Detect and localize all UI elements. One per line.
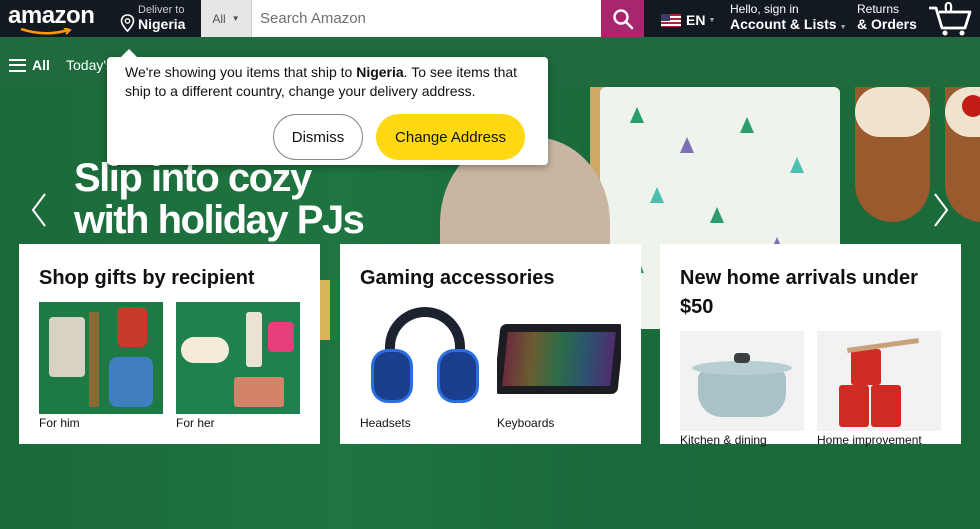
search-category-label: All [212,11,226,26]
chevron-down-icon: ▼ [839,24,847,31]
search-bar: All ▼ [201,0,644,37]
tile-label: For him [39,416,80,430]
tile-label: Keyboards [497,416,555,430]
headset-image [360,302,484,414]
chevron-down-icon: ▼ [708,16,716,24]
language-label: EN [686,12,706,28]
all-menu-button[interactable]: All [9,57,50,73]
chevron-down-icon: ▼ [231,14,240,23]
popup-country: Nigeria [356,64,404,80]
hero-headline: Slip into cozy with holiday PJs [74,157,365,242]
carousel-prev-icon[interactable] [29,190,49,230]
returns-label: Returns [857,2,900,16]
carousel-next-icon[interactable] [931,190,951,230]
location-pin-icon [120,14,135,32]
tile-label: Headsets [360,416,411,430]
smile-icon [20,28,72,35]
card-title: New home arrivals under $50 [680,267,918,318]
hamburger-icon [9,58,26,72]
account-label: Account & Lists [730,16,837,32]
for-him-image [39,302,163,414]
paint-cans-image [817,331,941,431]
orders-label: & Orders [857,16,917,32]
tile-label: For her [176,416,215,430]
tile-home-improvement[interactable]: Home improvement [817,331,941,447]
tile-for-him[interactable]: For him [39,302,163,430]
delivery-location-popup: We're showing you items that ship to Nig… [107,49,548,165]
language-selector[interactable]: EN ▼ [661,12,715,28]
amazon-logo[interactable]: amazon [8,2,95,30]
todays-deals-link[interactable]: Today's [66,57,113,73]
change-address-button[interactable]: Change Address [376,114,525,160]
for-her-image [176,302,300,414]
returns-orders[interactable]: Returns & Orders [857,2,917,33]
card-title: Gaming accessories [360,267,555,289]
hero-headline-line2: with holiday PJs [74,198,365,242]
tile-label: Home improvement [817,433,922,447]
search-icon [612,8,633,29]
search-category-select[interactable]: All ▼ [201,0,252,37]
all-menu-label: All [32,57,50,73]
search-button[interactable] [601,0,644,37]
ornament-image [962,95,980,117]
dutch-oven-image [680,331,804,431]
deliver-to[interactable]: Deliver to Nigeria [120,4,185,32]
tile-for-her[interactable]: For her [176,302,300,430]
card-title: Shop gifts by recipient [39,267,255,289]
tile-keyboards[interactable]: Keyboards [497,302,621,430]
tile-kitchen-dining[interactable]: Kitchen & dining [680,331,804,447]
deliver-country: Nigeria [138,16,186,32]
card-gaming-accessories: Gaming accessories Headsets Keyboards [340,244,641,444]
dismiss-button[interactable]: Dismiss [273,114,363,160]
card-gifts-by-recipient: Shop gifts by recipient For him For her [19,244,320,444]
keyboard-image [497,302,621,414]
card-new-home-arrivals: New home arrivals under $50 Kitchen & di… [660,244,961,447]
tile-label: Kitchen & dining [680,433,767,447]
search-input[interactable] [252,0,601,37]
us-flag-icon [661,13,681,27]
top-nav: amazon Deliver to Nigeria All ▼ EN ▼ Hel… [0,0,980,37]
account-greeting: Hello, sign in [730,2,799,16]
deliver-label: Deliver to [138,4,185,16]
account-lists[interactable]: Hello, sign in Account & Lists ▼ [730,3,847,36]
popup-message: We're showing you items that ship to Nig… [125,64,518,99]
cart-count: 0 [944,0,953,17]
tile-headsets[interactable]: Headsets [360,302,484,430]
